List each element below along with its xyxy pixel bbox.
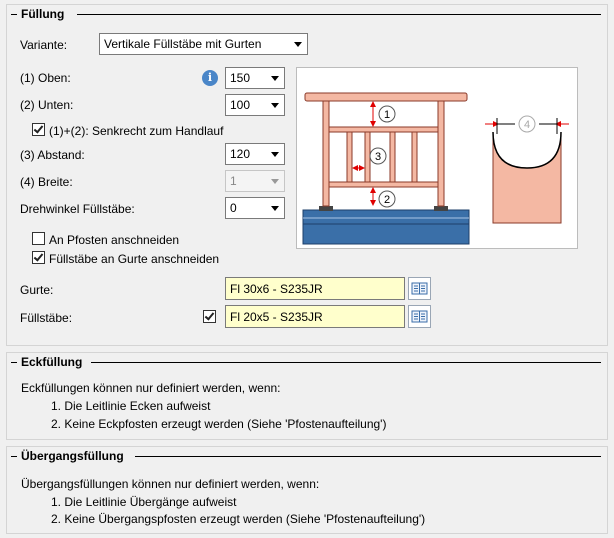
check-icon xyxy=(204,310,215,321)
label-1: 1 xyxy=(384,109,390,121)
fuellstaebe-catalog-button[interactable] xyxy=(408,305,431,328)
breite-value: 1 xyxy=(230,174,237,188)
gurte-cut-label: Füllstäbe an Gurte anschneiden xyxy=(49,252,220,266)
breite-select[interactable]: 1 xyxy=(225,170,285,192)
fuellung-header: Füllung xyxy=(7,5,607,23)
gurte-catalog-button[interactable] xyxy=(408,277,431,300)
post-right xyxy=(437,100,445,207)
chevron-down-icon xyxy=(294,42,302,47)
info-icon[interactable]: i xyxy=(202,70,218,86)
eckfuellung-header: Eckfüllung xyxy=(7,353,607,371)
drehwinkel-value: 0 xyxy=(230,201,237,215)
bottom-belt xyxy=(328,181,439,188)
fuellstaebe-label: Füllstäbe: xyxy=(20,311,73,325)
header-tick xyxy=(11,456,17,457)
infill-bar xyxy=(346,131,353,183)
label-2: 2 xyxy=(384,194,390,206)
fuellstaebe-checkbox[interactable] xyxy=(203,310,216,323)
chevron-down-icon xyxy=(271,152,279,157)
unten-label: (2) Unten: xyxy=(20,98,74,112)
post-left xyxy=(322,100,330,207)
uebergang-title: Übergangsfüllung xyxy=(21,449,128,463)
railing-illustration: 1 2 3 4 xyxy=(302,92,569,245)
senkrecht-label: (1)+(2): Senkrecht zum Handlauf xyxy=(49,124,224,138)
eckfuellung-panel: Eckfüllung Eckfüllungen können nur defin… xyxy=(6,352,608,440)
infill-bar xyxy=(411,131,418,183)
chevron-down-icon xyxy=(271,103,279,108)
chevron-down-icon xyxy=(271,179,279,184)
check-icon xyxy=(33,251,44,262)
fuellstaebe-field[interactable]: Fl 20x5 - S235JR xyxy=(225,305,405,328)
label-4: 4 xyxy=(524,119,530,131)
eckfuellung-intro: Eckfüllungen können nur definiert werden… xyxy=(21,381,281,395)
post-base-right xyxy=(434,206,448,211)
abstand-value: 120 xyxy=(230,147,251,161)
header-tick xyxy=(11,362,17,363)
unten-select[interactable]: 100 xyxy=(225,94,285,116)
drehwinkel-label: Drehwinkel Füllstäbe: xyxy=(20,202,135,216)
senkrecht-checkbox[interactable] xyxy=(32,123,45,136)
infill-bar xyxy=(364,131,371,183)
infill-bar xyxy=(389,131,396,183)
oben-value: 150 xyxy=(230,71,251,85)
oben-select[interactable]: 150 xyxy=(225,67,285,89)
gurte-label: Gurte: xyxy=(20,283,54,297)
uebergang-intro: Übergangsfüllungen können nur definiert … xyxy=(21,477,320,491)
breite-label: (4) Breite: xyxy=(20,175,73,189)
check-icon xyxy=(33,123,44,134)
abstand-select[interactable]: 120 xyxy=(225,143,285,165)
unten-value: 100 xyxy=(230,98,251,112)
fuellung-title: Füllung xyxy=(21,7,69,21)
variante-select[interactable]: Vertikale Füllstäbe mit Gurten xyxy=(99,33,308,55)
uebergang-panel: Übergangsfüllung Übergangsfüllungen könn… xyxy=(6,446,608,534)
catalog-icon xyxy=(411,310,428,323)
header-line xyxy=(91,362,601,363)
pfosten-label: An Pfosten anschneiden xyxy=(49,233,180,247)
floor-slab xyxy=(302,209,470,245)
profile-section xyxy=(492,131,562,224)
handrail xyxy=(304,92,468,102)
abstand-label: (3) Abstand: xyxy=(20,148,85,162)
header-tick xyxy=(11,14,17,15)
uebergang-item: 1. Die Leitlinie Übergänge aufweist xyxy=(51,495,237,509)
drehwinkel-select[interactable]: 0 xyxy=(225,197,285,219)
oben-label: (1) Oben: xyxy=(20,71,71,85)
post-base-left xyxy=(319,206,333,211)
uebergang-item: 2. Keine Übergangspfosten erzeugt werden… xyxy=(51,512,426,526)
variante-value: Vertikale Füllstäbe mit Gurten xyxy=(104,37,262,51)
label-3: 3 xyxy=(375,151,381,163)
catalog-icon xyxy=(411,282,428,295)
gurte-field[interactable]: Fl 30x6 - S235JR xyxy=(225,277,405,300)
gurte-cut-checkbox[interactable] xyxy=(32,251,45,264)
railing-diagram: 1 2 3 4 xyxy=(296,67,578,249)
header-line xyxy=(77,14,601,15)
eckfuellung-title: Eckfüllung xyxy=(21,355,87,369)
eckfuellung-item: 2. Keine Eckpfosten erzeugt werden (Sieh… xyxy=(51,417,387,431)
uebergang-header: Übergangsfüllung xyxy=(7,447,607,465)
top-belt xyxy=(328,126,439,133)
variante-label: Variante: xyxy=(20,38,68,52)
pfosten-checkbox[interactable] xyxy=(32,232,45,245)
chevron-down-icon xyxy=(271,206,279,211)
eckfuellung-item: 1. Die Leitlinie Ecken aufweist xyxy=(51,399,211,413)
chevron-down-icon xyxy=(271,76,279,81)
header-line xyxy=(135,456,601,457)
